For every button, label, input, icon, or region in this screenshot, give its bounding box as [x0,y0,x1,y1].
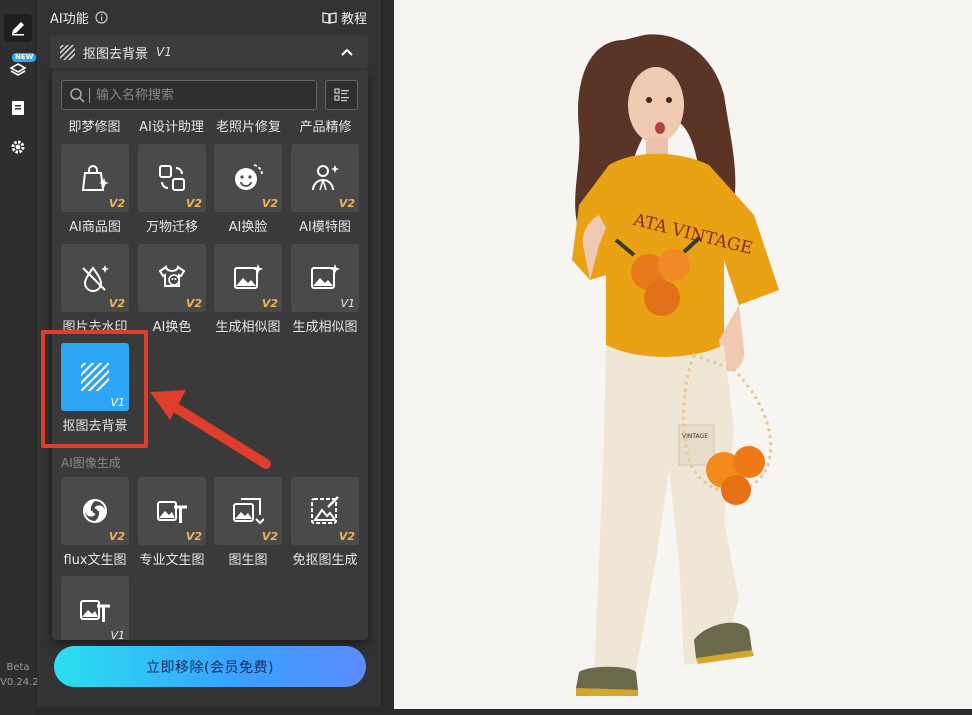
tool-object-transfer[interactable]: V2 [138,144,206,212]
image-sparkle-icon [234,264,263,289]
watermark-remove-icon [82,265,109,292]
settings-button[interactable] [4,133,32,161]
tool-pro-text-to-image[interactable]: V2 [138,477,206,545]
tool-ai-product-image[interactable]: V2 [61,144,129,212]
search-input[interactable] [96,87,316,103]
list-view-icon [333,88,349,102]
cutout-free-icon [311,496,339,524]
tool-label[interactable]: 老照片修复 [210,116,287,136]
face-swap-icon [235,164,263,190]
beta-label: Beta [6,662,30,673]
tool-label: 生成相似图 [292,320,358,335]
version-badge: V2 [261,297,278,310]
tool-label: 万物迁移 [145,220,198,235]
tool-label: 专业文生图 [139,553,205,568]
tool-label: AI模特图 [299,220,351,235]
version-badge: V2 [338,530,355,543]
tool-label[interactable]: 即梦修图 [56,116,133,136]
tshirt-palette-icon [158,265,186,287]
section-ai-image-gen: AI图像生成 [61,456,121,470]
left-rail: NEW Beta V0.24.2 [0,0,39,715]
tool-ai-model-image[interactable]: V2 [291,144,359,212]
image-canvas[interactable]: ATA VINTAGE VINTAGE [394,0,972,709]
layers-icon [9,63,27,76]
app-window: NEW Beta V0.24.2 AI功能 教程 抠图去背景 V1 输入名称搜索… [0,0,972,715]
tool-label[interactable]: AI设计助理 [133,116,210,136]
pencil-icon [12,22,24,36]
feature-select[interactable]: 抠图去背景 V1 [50,35,368,69]
flux-swirl-icon [83,499,107,523]
tool-label: 图生图 [228,553,268,568]
tool-label: AI换脸 [228,220,268,235]
image-text-icon [157,501,187,523]
search-icon [70,87,85,103]
new-badge: NEW [12,53,37,62]
cutout-stripes-icon [60,44,75,60]
tool-ai-recolor[interactable]: V2 [138,244,206,312]
tutorial-link[interactable]: 教程 [322,8,367,27]
version-badge: V2 [185,297,202,310]
document-button[interactable] [4,94,32,122]
search-box[interactable] [61,80,317,110]
panel-header: AI功能 [50,8,108,27]
version-badge: V2 [338,197,355,210]
tool-image-to-image[interactable]: V2 [214,477,282,545]
top-tool-labels: 即梦修图 AI设计助理 老照片修复 产品精修 [56,116,364,136]
tool-text-to-image-v1[interactable]: V1 [61,576,129,640]
version-badge: V1 [110,629,125,640]
tool-label: 免抠图生成 [292,553,358,568]
document-icon [12,101,24,115]
gear-icon [11,140,25,154]
remove-now-button[interactable]: 立即移除(会员免费) [54,646,366,687]
version-badge: V1 [340,297,355,310]
tool-watermark-remove[interactable]: V2 [61,244,129,312]
text-caret [89,87,90,103]
image-text-icon [80,600,110,622]
tool-similar-image-v1[interactable]: V1 [291,244,359,312]
info-icon[interactable] [95,11,108,24]
edit-tool-button[interactable] [4,14,32,42]
chevron-up-icon[interactable] [340,45,354,59]
photo-woman-in-yellow-tshirt: ATA VINTAGE VINTAGE [394,0,972,709]
tutorial-label: 教程 [340,12,367,27]
tool-similar-image-v2[interactable]: V2 [214,244,282,312]
tool-flux-text-to-image[interactable]: V2 [61,477,129,545]
version-badge: V2 [108,197,125,210]
shopping-bag-sparkle-icon [81,165,109,191]
version-badge: V2 [185,197,202,210]
version-badge: V2 [108,297,125,310]
version-label: V0.24.2 [0,677,39,688]
version-badge: V2 [261,530,278,543]
tool-label[interactable]: 产品精修 [287,116,364,136]
image-to-image-icon [233,498,264,525]
tool-label: 生成相似图 [215,320,281,335]
book-icon [322,12,337,24]
model-person-icon [312,165,339,191]
selected-feature-version: V1 [156,45,172,59]
tool-ai-face-swap[interactable]: V2 [214,144,282,212]
image-sparkle-icon [311,264,340,289]
selected-feature-name: 抠图去背景 [83,46,149,62]
version-badge: V2 [108,530,125,543]
tool-cutout-free-generate[interactable]: V2 [291,477,359,545]
tool-label: flux文生图 [63,553,127,568]
tool-label: AI商品图 [69,220,121,235]
panel-title: AI功能 [50,12,89,27]
version-badge: V2 [261,197,278,210]
list-view-button[interactable] [325,80,358,110]
highlight-annotation [41,330,148,448]
version-badge: V2 [185,530,202,543]
transfer-icon [159,165,185,191]
